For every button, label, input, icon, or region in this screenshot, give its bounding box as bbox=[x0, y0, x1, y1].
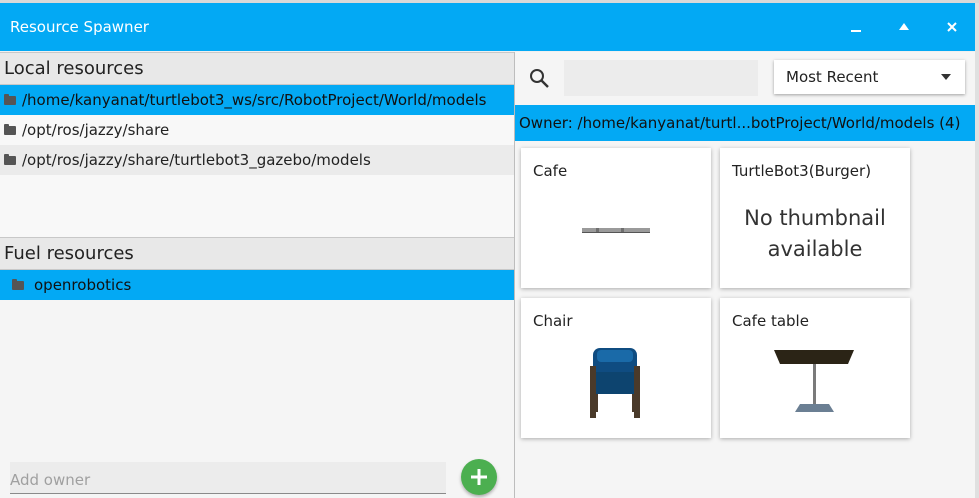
cafe-table-thumbnail bbox=[774, 350, 854, 412]
window-title: Resource Spawner bbox=[10, 18, 149, 36]
fuel-item[interactable]: openrobotics bbox=[0, 270, 514, 300]
plus-icon bbox=[471, 469, 487, 485]
local-item[interactable]: /opt/ros/jazzy/share/turtlebot3_gazebo/m… bbox=[0, 145, 514, 175]
cafe-thumbnail bbox=[582, 228, 650, 233]
chair-thumbnail bbox=[537, 338, 693, 426]
window-edge bbox=[975, 3, 979, 498]
local-item-label: /opt/ros/jazzy/share/turtlebot3_gazebo/m… bbox=[22, 151, 371, 169]
sort-value: Most Recent bbox=[786, 68, 879, 86]
title-bar: Resource Spawner bbox=[0, 3, 975, 51]
add-owner-button[interactable] bbox=[461, 459, 497, 495]
fuel-resources-header: Fuel resources bbox=[0, 237, 514, 270]
fuel-item-label: openrobotics bbox=[34, 276, 132, 294]
folder-icon bbox=[12, 278, 24, 290]
close-icon bbox=[947, 22, 957, 32]
search-input[interactable] bbox=[564, 60, 758, 96]
left-panel: Local resources /home/kanyanat/turtlebot… bbox=[0, 52, 515, 498]
resource-card-cafe-table[interactable]: Cafe table bbox=[720, 298, 910, 438]
minimize-button[interactable] bbox=[836, 3, 876, 51]
local-resources-list: /home/kanyanat/turtlebot3_ws/src/RobotPr… bbox=[0, 85, 514, 237]
folder-icon bbox=[4, 123, 16, 135]
caret-down-icon bbox=[941, 74, 951, 80]
resource-card-turtlebot3-burger[interactable]: TurtleBot3(Burger) No thumbnail availabl… bbox=[720, 148, 910, 288]
local-item-label: /home/kanyanat/turtlebot3_ws/src/RobotPr… bbox=[22, 91, 487, 109]
close-button[interactable] bbox=[932, 3, 972, 51]
sort-select[interactable]: Most Recent bbox=[774, 60, 965, 94]
owner-bar: Owner: /home/kanyanat/turtl...botProject… bbox=[515, 105, 975, 141]
minimize-icon bbox=[851, 30, 861, 32]
local-item[interactable]: /home/kanyanat/turtlebot3_ws/src/RobotPr… bbox=[0, 85, 514, 115]
folder-icon bbox=[4, 93, 16, 105]
fuel-resources-list: openrobotics bbox=[0, 270, 514, 300]
folder-icon bbox=[4, 153, 16, 165]
resource-card-cafe[interactable]: Cafe bbox=[521, 148, 711, 288]
resource-card-chair[interactable]: Chair bbox=[521, 298, 711, 438]
add-owner-input[interactable]: Add owner bbox=[10, 462, 446, 494]
maximize-icon bbox=[899, 23, 909, 30]
local-item[interactable]: /opt/ros/jazzy/share bbox=[0, 115, 514, 145]
local-item-label: /opt/ros/jazzy/share bbox=[22, 121, 170, 139]
right-panel: Most Recent Owner: /home/kanyanat/turtl.… bbox=[515, 52, 975, 498]
maximize-button[interactable] bbox=[884, 3, 924, 51]
search-icon[interactable] bbox=[529, 68, 551, 90]
no-thumbnail-text: No thumbnail available bbox=[744, 206, 886, 261]
local-resources-header: Local resources bbox=[0, 52, 514, 85]
card-title: TurtleBot3(Burger) bbox=[732, 162, 872, 180]
